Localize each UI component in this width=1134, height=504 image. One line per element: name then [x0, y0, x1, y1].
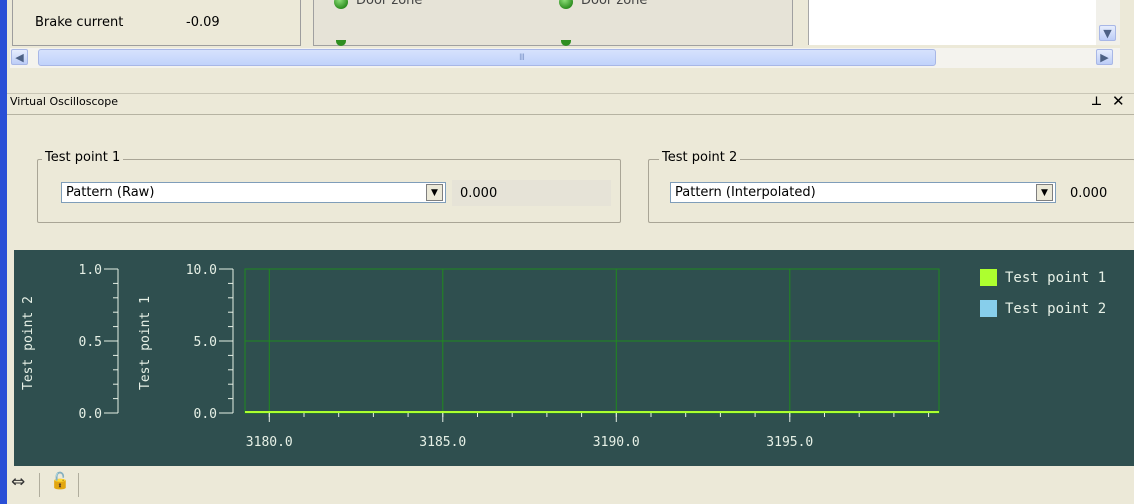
scroll-left-button[interactable]: ◀: [11, 49, 28, 65]
legend-swatch: [980, 269, 997, 286]
pin-icon[interactable]: ⊥: [1091, 94, 1102, 108]
test-point-1-value: 0.000: [460, 185, 498, 201]
y-axis-1-tick-label: 0.0: [194, 407, 217, 422]
test-point-2-value: 0.000: [1070, 185, 1108, 201]
dropdown-button[interactable]: ▼: [426, 184, 443, 201]
test-point-2-selected: Pattern (Interpolated): [675, 185, 816, 200]
test-point-1-select[interactable]: Pattern (Raw) ▼: [61, 182, 446, 203]
io-status-panel: Door zone Door zone: [313, 0, 793, 46]
brake-current-label: Brake current: [35, 15, 124, 30]
lock-icon[interactable]: 🔓: [50, 471, 70, 490]
panel-title: Virtual Oscilloscope: [10, 95, 119, 108]
chevron-left-icon: ◀: [15, 50, 24, 64]
toolbar-divider: [39, 473, 40, 497]
y-axis-2-tick-label: 1.0: [79, 263, 102, 278]
brake-current-value: -0.09: [186, 15, 220, 30]
legend-label: Test point 1: [1005, 269, 1107, 286]
test-point-2-select[interactable]: Pattern (Interpolated) ▼: [670, 182, 1056, 203]
test-point-2-readout: 0.000: [1062, 180, 1134, 206]
chevron-down-icon: ▼: [1041, 187, 1048, 198]
dropdown-button[interactable]: ▼: [1036, 184, 1053, 201]
chevron-right-icon: ▶: [1100, 50, 1109, 64]
fit-width-icon[interactable]: ⇔: [11, 472, 25, 492]
test-point-1-selected: Pattern (Raw): [66, 185, 155, 200]
status-led-3: [336, 40, 346, 46]
chevron-down-icon: ▼: [431, 187, 438, 198]
door-zone-label-2: Door zone: [581, 0, 648, 8]
y-axis-1-tick-label: 5.0: [194, 335, 217, 350]
grip-icon: III: [519, 53, 525, 63]
chevron-down-icon: ▼: [1103, 26, 1112, 40]
bottom-toolbar: ⇔ 🔓: [7, 467, 1134, 504]
door-zone-label-1: Door zone: [356, 0, 423, 8]
scroll-down-button[interactable]: ▼: [1099, 25, 1116, 41]
test-point-1-label: Test point 1: [42, 150, 124, 165]
vertical-scrollbar[interactable]: ▼: [1096, 0, 1120, 45]
legend-item-test-point-1: Test point 1: [980, 269, 1106, 286]
y-axis-1-tick-label: 10.0: [186, 263, 217, 278]
y-axis-2-tick-label: 0.0: [79, 407, 102, 422]
close-icon[interactable]: ✕: [1112, 92, 1125, 110]
y-axis-2-title: Test point 2: [21, 296, 36, 390]
door-zone-led-2: [559, 0, 573, 9]
test-point-2-label: Test point 2: [659, 150, 741, 165]
legend-item-test-point-2: Test point 2: [980, 300, 1106, 317]
x-axis-tick-label: 3180.0: [246, 435, 293, 450]
legend-swatch: [980, 300, 997, 317]
legend-label: Test point 2: [1005, 300, 1107, 317]
x-axis-tick-label: 3185.0: [419, 435, 466, 450]
y-axis-1-title: Test point 1: [138, 296, 153, 390]
y-axis-2-tick-label: 0.5: [79, 335, 102, 350]
toolbar-divider: [78, 473, 79, 497]
horizontal-scroll-thumb[interactable]: III: [38, 49, 936, 66]
scroll-right-button[interactable]: ▶: [1096, 49, 1113, 65]
window-edge: [0, 0, 7, 504]
status-panel: Brake current -0.09: [12, 0, 301, 46]
oscilloscope-chart: 1.0 0.5 0.0 10.0 5.0 0.0 3180.0 3185.0 3190.0 319…: [79, 263, 940, 450]
content-area: [808, 0, 1097, 45]
x-axis-tick-label: 3195.0: [766, 435, 813, 450]
x-axis-tick-label: 3190.0: [593, 435, 640, 450]
status-led-4: [561, 40, 571, 46]
test-point-1-readout: 0.000: [452, 180, 611, 206]
oscilloscope-plot[interactable]: 1.0 0.5 0.0 10.0 5.0 0.0 3180.0 3185.0 3190.0 319…: [14, 250, 1134, 466]
door-zone-led-1: [334, 0, 348, 9]
panel-title-bar: [7, 93, 1134, 115]
